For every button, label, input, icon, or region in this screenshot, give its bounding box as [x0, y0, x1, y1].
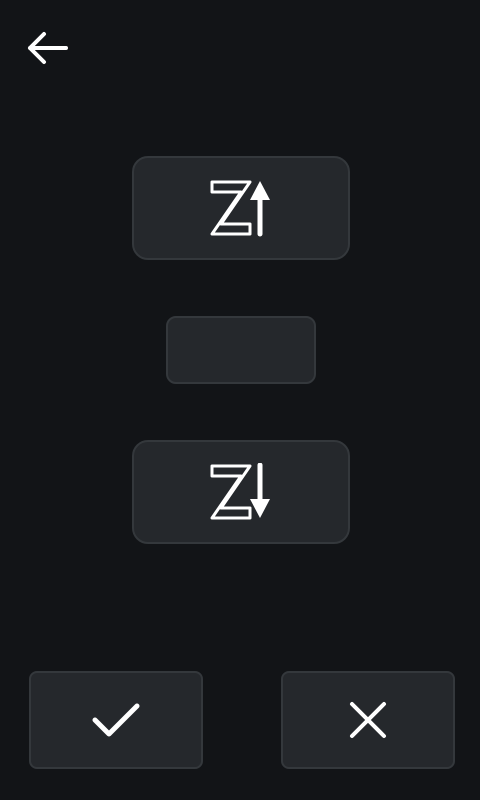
- back-button[interactable]: [18, 24, 74, 72]
- close-icon: [348, 700, 388, 740]
- z-up-button[interactable]: [132, 156, 350, 260]
- arrow-left-icon: [22, 28, 70, 68]
- z-arrow-up-icon: [209, 179, 273, 237]
- z-arrow-down-icon: [209, 463, 273, 521]
- cancel-button[interactable]: [281, 671, 455, 769]
- z-down-button[interactable]: [132, 440, 350, 544]
- z-value-field: [166, 316, 316, 384]
- checkmark-icon: [91, 700, 141, 740]
- confirm-button[interactable]: [29, 671, 203, 769]
